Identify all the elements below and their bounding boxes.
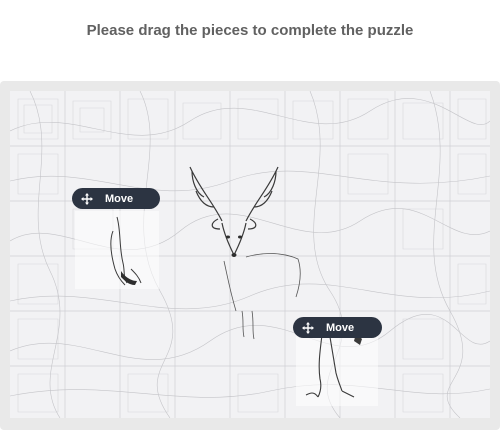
move-arrows-icon: [302, 321, 314, 334]
move-arrows-icon: [81, 192, 93, 205]
move-handle-1[interactable]: Move: [72, 188, 160, 209]
puzzle-board: Move Move: [10, 91, 490, 418]
puzzle-piece-2[interactable]: [296, 331, 378, 406]
move-label: Move: [105, 192, 134, 205]
puzzle-instruction: Please drag the pieces to complete the p…: [86, 22, 414, 39]
move-handle-2[interactable]: Move: [293, 317, 382, 338]
puzzle-piece-1[interactable]: [75, 211, 159, 289]
move-label: Move: [326, 321, 355, 334]
deer-image: [189, 166, 301, 340]
